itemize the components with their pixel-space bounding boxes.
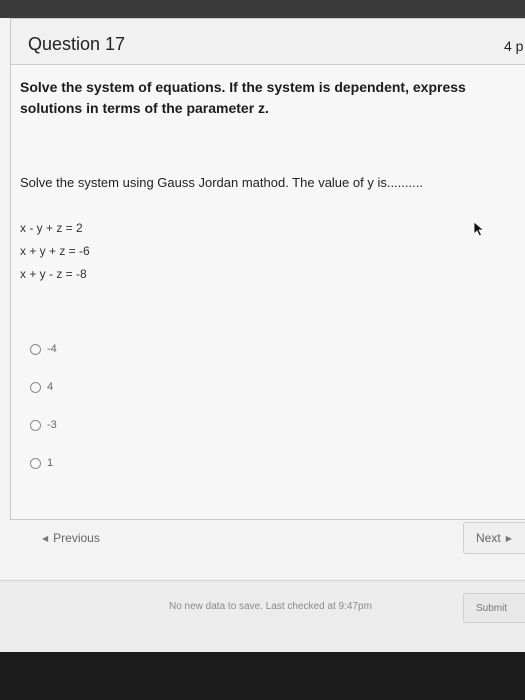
answer-option[interactable]: -3 [30, 406, 57, 444]
question-points: 4 p [504, 38, 524, 54]
screen: Question 17 4 p Solve the system of equa… [0, 0, 525, 652]
option-label: 4 [47, 381, 54, 393]
previous-label: Previous [53, 531, 100, 545]
answer-option[interactable]: -4 [30, 330, 57, 368]
top-bar [0, 0, 525, 18]
radio-button[interactable] [30, 343, 41, 355]
answer-option[interactable]: 4 [30, 368, 57, 406]
answer-option[interactable]: 1 [30, 444, 57, 482]
next-button[interactable]: Next ▶ [463, 522, 525, 554]
triangle-right-icon: ▶ [505, 533, 512, 543]
next-label: Next [476, 531, 501, 545]
equation-1: x - y + z = 2 [20, 221, 83, 235]
option-label: -4 [47, 343, 57, 355]
question-title: Question 17 [28, 34, 126, 54]
mouse-cursor-icon [473, 221, 485, 237]
question-header: Question 17 4 p [11, 19, 525, 65]
option-label: 1 [47, 457, 54, 469]
question-prompt: Solve the system using Gauss Jordan math… [20, 175, 423, 190]
equation-system: x - y + z = 2 x + y + z = -6 x + y - z =… [20, 217, 90, 286]
answer-options: -4 4 -3 1 [30, 330, 57, 482]
radio-button[interactable] [30, 381, 41, 393]
quiz-footer: No new data to save. Last checked at 9:4… [0, 580, 525, 652]
triangle-left-icon: ◀ [42, 533, 49, 543]
radio-button[interactable] [30, 457, 41, 469]
equation-3: x + y - z = -8 [20, 267, 87, 281]
navigation-row: ◀ Previous Next ▶ [0, 520, 525, 560]
radio-button[interactable] [30, 419, 41, 431]
option-label: -3 [47, 419, 57, 431]
equation-2: x + y + z = -6 [20, 244, 90, 258]
submit-button[interactable]: Submit [463, 593, 525, 623]
save-status-text: No new data to save. Last checked at 9:4… [169, 601, 372, 612]
previous-button[interactable]: ◀ Previous [27, 525, 110, 551]
question-instructions: Solve the system of equations. If the sy… [20, 79, 466, 116]
